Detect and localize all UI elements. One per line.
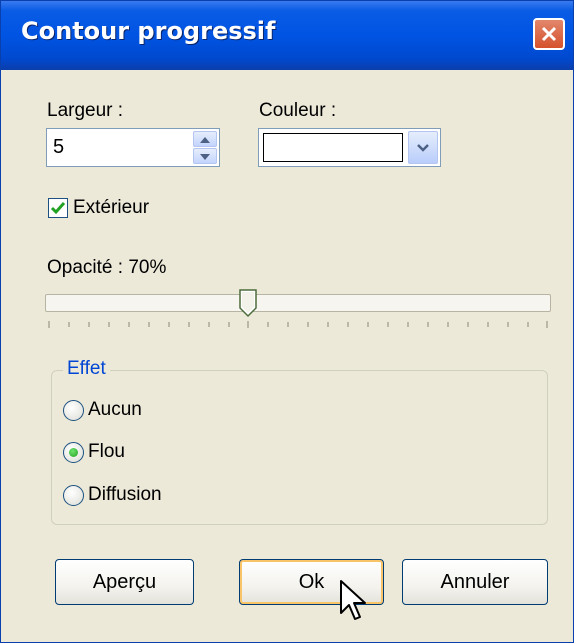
opacity-slider-thumb[interactable] [238, 288, 258, 318]
close-icon [541, 26, 557, 42]
title-bar[interactable]: Contour progressif [1, 1, 573, 70]
opacity-slider-track[interactable] [45, 294, 551, 312]
mouse-pointer-icon [340, 580, 366, 620]
radio-selected-dot [69, 448, 78, 457]
radio-none[interactable] [63, 400, 84, 421]
color-dropdown-button[interactable] [408, 131, 438, 164]
spin-buttons [193, 131, 217, 164]
chevron-down-icon [417, 144, 429, 152]
dialog-window: Contour progressif Largeur : 5 Couleur:… [0, 0, 574, 643]
close-button[interactable] [533, 18, 565, 50]
arrow-down-icon [200, 154, 210, 160]
width-input-value[interactable]: 5 [53, 136, 64, 159]
color-label: Couleur : [259, 100, 337, 121]
check-icon [50, 202, 66, 215]
slider-ticks [48, 321, 548, 328]
arrow-up-icon [200, 137, 210, 143]
radio-blur-label[interactable]: Flou [88, 441, 125, 463]
width-spinbox[interactable]: 5 [46, 128, 220, 167]
spin-up-button[interactable] [193, 131, 217, 147]
radio-blur[interactable] [63, 442, 84, 463]
exterior-checkbox[interactable] [48, 198, 68, 218]
effect-group-label: Effet [63, 358, 110, 380]
preview-button[interactable]: Aperçu [55, 559, 194, 605]
cancel-button[interactable]: Annuler [402, 559, 548, 605]
spin-down-button[interactable] [193, 148, 217, 164]
opacity-label: Opacité : 70% [47, 257, 167, 278]
radio-diffusion-label[interactable]: Diffusion [88, 484, 162, 506]
color-combobox[interactable] [258, 128, 441, 167]
color-swatch [263, 133, 403, 162]
exterior-checkbox-label[interactable]: Extérieur [73, 197, 149, 219]
width-label: Largeur : [47, 100, 124, 121]
radio-diffusion[interactable] [63, 485, 84, 506]
radio-none-label[interactable]: Aucun [88, 399, 142, 421]
dialog-title: Contour progressif [21, 17, 276, 45]
